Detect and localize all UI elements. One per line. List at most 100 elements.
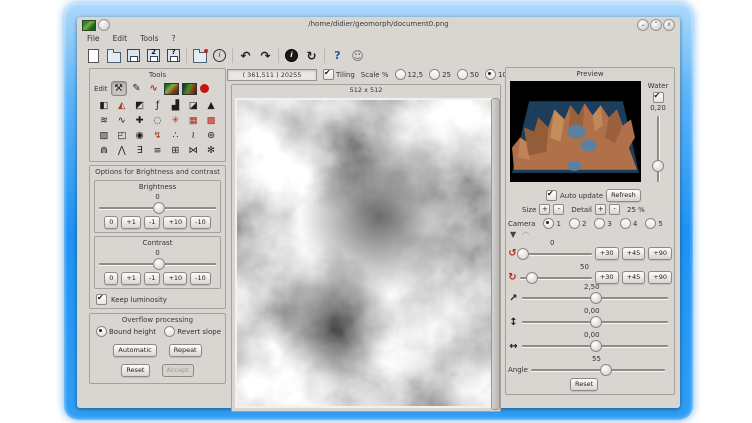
camera-radio-5[interactable]: 5 xyxy=(645,218,662,229)
contrast-plus10-button[interactable]: +10 xyxy=(163,272,187,285)
tiling-checkbox[interactable]: Tiling xyxy=(323,69,355,80)
refresh-button[interactable]: Refresh xyxy=(606,189,641,202)
tool-grid-icon[interactable]: ⊛ xyxy=(202,128,220,143)
minimize-button[interactable]: ⌄ xyxy=(637,19,649,31)
rotate-lr-plus45-button[interactable]: +45 xyxy=(622,247,646,260)
wave-tool-icon[interactable]: ∿ xyxy=(147,82,161,95)
rotate-up-down-icon[interactable]: ↻ xyxy=(508,272,517,283)
camera-radio-4[interactable]: 4 xyxy=(620,218,637,229)
menu-help[interactable]: ? xyxy=(172,34,176,43)
brightness-minus1-button[interactable]: -1 xyxy=(144,216,160,229)
tool-grid-icon[interactable]: ◩ xyxy=(131,98,149,113)
contrast-minus10-button[interactable]: -10 xyxy=(190,272,211,285)
rotate-lr-slider-handle[interactable] xyxy=(517,248,529,260)
tool-grid-icon[interactable]: ▟ xyxy=(166,98,184,113)
tool-grid-icon[interactable]: ◪ xyxy=(184,98,202,113)
auto-update-checkbox[interactable] xyxy=(546,190,557,201)
horizontal-pan-icon[interactable]: ↔ xyxy=(508,341,519,352)
document-info-icon[interactable]: i xyxy=(212,48,227,63)
tool-grid-icon[interactable]: ◭ xyxy=(113,98,131,113)
vertical-pan-icon[interactable]: ↕ xyxy=(508,317,519,328)
tool-grid-icon[interactable]: ◧ xyxy=(95,98,113,113)
contrast-plus1-button[interactable]: +1 xyxy=(121,272,141,285)
brightness-slider-handle[interactable] xyxy=(153,202,165,214)
tool-grid-icon[interactable]: ▦ xyxy=(184,113,202,128)
new-document-icon[interactable] xyxy=(86,48,101,63)
undo-icon[interactable]: ↶ xyxy=(238,48,253,63)
tool-grid-icon[interactable]: ▨ xyxy=(95,128,113,143)
brightness-minus10-button[interactable]: -10 xyxy=(190,216,211,229)
tool-grid-icon[interactable]: ⋀ xyxy=(113,143,131,158)
rotate-lr-plus30-button[interactable]: +30 xyxy=(595,247,619,260)
menu-edit[interactable]: Edit xyxy=(113,34,128,43)
tool-grid-icon[interactable]: ≀ xyxy=(184,128,202,143)
camera-radio-3[interactable]: 3 xyxy=(594,218,611,229)
scale-radio-25[interactable]: 25 xyxy=(429,69,451,80)
terrain-thumbnail-2-icon[interactable] xyxy=(182,83,197,95)
open-file-icon[interactable] xyxy=(106,48,121,63)
water-slider-handle[interactable] xyxy=(652,160,664,172)
horizontal-pan-slider[interactable] xyxy=(522,340,668,352)
angle-slider-handle[interactable] xyxy=(600,364,612,376)
distance-slider[interactable] xyxy=(522,292,668,304)
stamp-tool-icon[interactable]: ⚒ xyxy=(111,81,127,96)
water-slider[interactable] xyxy=(652,116,664,182)
camera-radio-1[interactable]: 1 xyxy=(543,218,560,229)
brightness-plus10-button[interactable]: +10 xyxy=(163,216,187,229)
rotate-ud-slider[interactable] xyxy=(520,272,592,284)
preview-reset-button[interactable]: Reset xyxy=(570,378,598,391)
tiling-checkbox-box[interactable] xyxy=(323,69,334,80)
terrain-preview[interactable] xyxy=(510,81,641,182)
terrain-thumbnail-1-icon[interactable] xyxy=(164,83,179,95)
rotate-lr-plus90-button[interactable]: +90 xyxy=(648,247,672,260)
distance-slider-handle[interactable] xyxy=(590,292,602,304)
tool-grid-icon[interactable]: ↯ xyxy=(149,128,167,143)
save-copy-icon[interactable]: 2 xyxy=(146,48,161,63)
tool-grid-icon[interactable]: ✻ xyxy=(202,143,220,158)
record-tool-icon[interactable] xyxy=(200,84,209,93)
open-recent-icon[interactable] xyxy=(192,48,207,63)
rotate-ud-slider-handle[interactable] xyxy=(526,272,538,284)
tool-grid-icon[interactable]: ∴ xyxy=(166,128,184,143)
maximize-button[interactable]: ⌃ xyxy=(650,19,662,31)
keep-luminosity-row[interactable]: Keep luminosity xyxy=(90,292,225,308)
help-icon[interactable]: ? xyxy=(330,48,345,63)
menu-file[interactable]: File xyxy=(87,34,100,43)
stats-icon[interactable]: i xyxy=(284,48,299,63)
rotate-ud-plus45-button[interactable]: +45 xyxy=(622,271,646,284)
brightness-slider[interactable] xyxy=(99,202,216,214)
tool-grid-icon[interactable]: ⋒ xyxy=(95,143,113,158)
bound-height-radio[interactable]: Bound height xyxy=(96,326,156,337)
rotate-left-right-icon[interactable]: ↺ xyxy=(508,248,517,259)
contrast-0-button[interactable]: 0 xyxy=(104,272,118,285)
horizontal-pan-slider-handle[interactable] xyxy=(590,340,602,352)
heightmap-canvas[interactable] xyxy=(235,98,493,408)
zoom-distance-icon[interactable]: ↗ xyxy=(508,293,519,304)
revert-slope-radio[interactable]: Revert slope xyxy=(164,326,221,337)
size-plus-button[interactable]: + xyxy=(539,204,550,215)
menu-tools[interactable]: Tools xyxy=(140,34,158,43)
tool-grid-icon[interactable]: ▩ xyxy=(202,113,220,128)
angle-slider[interactable] xyxy=(531,364,665,376)
redo-icon[interactable]: ↷ xyxy=(258,48,273,63)
contrast-slider-handle[interactable] xyxy=(153,258,165,270)
tool-grid-icon[interactable]: ▲ xyxy=(202,98,220,113)
rotate-ud-plus90-button[interactable]: +90 xyxy=(648,271,672,284)
automatic-button[interactable]: Automatic xyxy=(113,344,156,357)
brightness-0-button[interactable]: 0 xyxy=(104,216,118,229)
contrast-minus1-button[interactable]: -1 xyxy=(144,272,160,285)
tool-grid-icon[interactable]: ⊞ xyxy=(166,143,184,158)
water-checkbox[interactable] xyxy=(653,92,664,103)
canvas-scrollbar[interactable] xyxy=(491,98,500,410)
contrast-slider[interactable] xyxy=(99,258,216,270)
save-as-icon[interactable]: ? xyxy=(166,48,181,63)
tool-grid-icon[interactable]: ✚ xyxy=(131,113,149,128)
rotate-lr-slider[interactable] xyxy=(520,248,592,260)
tool-grid-icon[interactable]: ◌ xyxy=(149,113,167,128)
reset-button[interactable]: Reset xyxy=(121,364,149,377)
size-minus-button[interactable]: - xyxy=(553,204,564,215)
tool-grid-icon[interactable]: ∃ xyxy=(131,143,149,158)
tool-grid-icon[interactable]: ≋ xyxy=(95,113,113,128)
tool-grid-icon[interactable]: ✳ xyxy=(166,113,184,128)
detail-plus-button[interactable]: + xyxy=(595,204,606,215)
